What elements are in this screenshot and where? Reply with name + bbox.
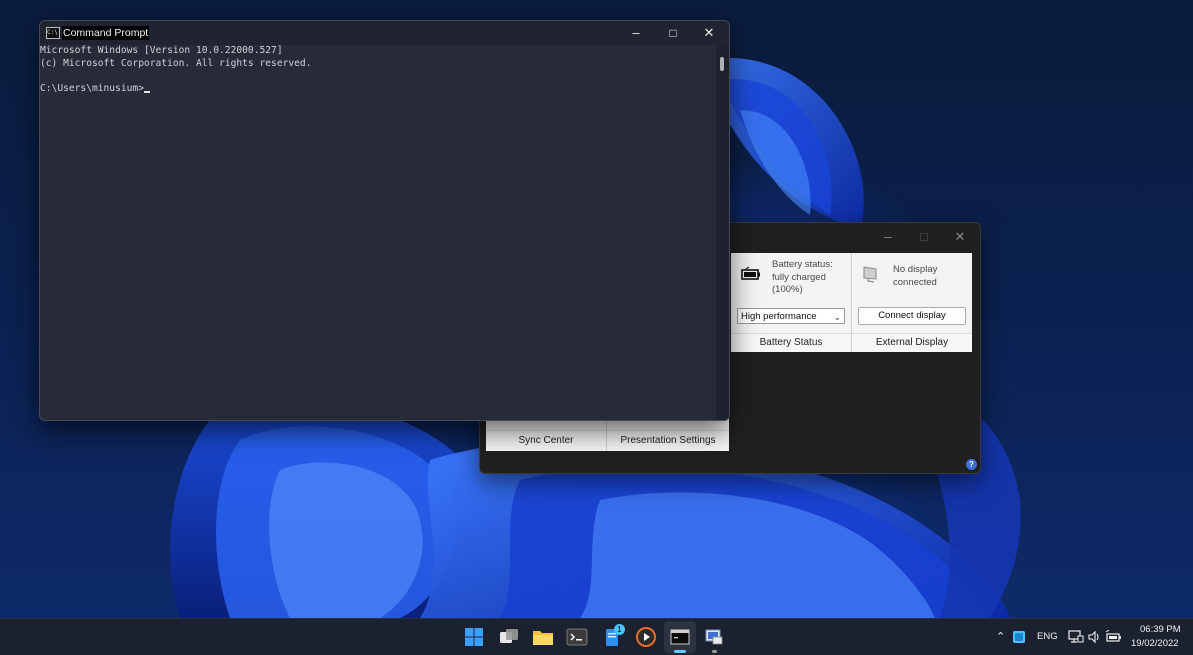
clock-date[interactable]: 19/02/2022 (1131, 638, 1179, 649)
display-status-value: connected (893, 276, 937, 288)
language-indicator[interactable]: ENG (1037, 631, 1058, 642)
maximize-button[interactable]: □ (906, 223, 942, 251)
scrollbar-thumb[interactable] (720, 57, 724, 71)
maximize-button[interactable]: □ (655, 21, 691, 45)
cmd-app-icon: C:\ (46, 27, 60, 39)
battery-tray-icon[interactable] (1104, 630, 1122, 644)
media-player-icon[interactable] (634, 625, 658, 649)
vertical-scrollbar[interactable] (716, 45, 729, 420)
sync-center-footer: Sync Center (486, 430, 606, 451)
task-view-icon[interactable] (497, 625, 521, 649)
console-line: (c) Microsoft Corporation. All rights re… (40, 57, 312, 69)
taskbar: 1 ⌃ ENG 06:39 PM 19/02/2022 (0, 618, 1193, 655)
show-hidden-icons-chevron-up-icon[interactable]: ⌃ (996, 630, 1005, 643)
network-icon[interactable] (1068, 630, 1084, 644)
command-prompt-icon[interactable] (668, 625, 692, 649)
chevron-down-icon: ⌄ (833, 312, 841, 322)
active-indicator (674, 650, 686, 653)
power-plan-value: High performance (741, 311, 817, 322)
battery-percent: (100%) (772, 284, 803, 295)
minimize-button[interactable]: – (618, 21, 654, 45)
console-output[interactable]: Microsoft Windows [Version 10.0.22000.52… (40, 45, 716, 420)
battery-status-value: fully charged (772, 271, 826, 283)
battery-status-tile: Battery status: fully charged (100%) Hig… (731, 253, 852, 352)
window-title: Command Prompt (62, 26, 150, 40)
external-display-tile: No display connected Connect display Ext… (852, 253, 972, 352)
display-status-label: No display (893, 264, 938, 275)
file-explorer-icon[interactable] (531, 625, 555, 649)
windows-start-icon[interactable] (462, 625, 486, 649)
monitor-icon (863, 266, 877, 283)
minimize-button[interactable]: – (870, 223, 906, 251)
close-button[interactable]: ✕ (942, 223, 978, 251)
tray-app-icon[interactable] (1012, 630, 1026, 644)
presentation-settings-footer: Presentation Settings (607, 430, 729, 451)
battery-icon (741, 267, 760, 280)
notification-badge: 1 (614, 624, 625, 635)
close-button[interactable]: ✕ (691, 21, 727, 45)
prompt-text: C:\Users\minusium> (40, 82, 144, 94)
clock-time[interactable]: 06:39 PM (1140, 624, 1181, 635)
volume-icon[interactable] (1087, 630, 1101, 644)
console-line: Microsoft Windows [Version 10.0.22000.52… (40, 45, 283, 56)
command-prompt-window[interactable]: C:\ Command Prompt – □ ✕ Microsoft Windo… (39, 20, 730, 421)
terminal-icon[interactable] (565, 625, 589, 649)
battery-status-footer: Battery Status (731, 333, 851, 352)
battery-status-label: Battery status: (772, 259, 833, 270)
external-display-footer: External Display (852, 333, 972, 352)
console-prompt[interactable]: C:\Users\minusium> (40, 83, 716, 96)
power-plan-select[interactable]: High performance ⌄ (737, 308, 845, 324)
connect-display-button[interactable]: Connect display (858, 307, 966, 325)
command-prompt-titlebar[interactable]: C:\ Command Prompt – □ ✕ (40, 21, 729, 45)
open-indicator (712, 650, 717, 653)
mobility-center-icon[interactable] (702, 625, 726, 649)
text-cursor (143, 90, 150, 93)
help-icon[interactable]: ? (966, 459, 977, 470)
